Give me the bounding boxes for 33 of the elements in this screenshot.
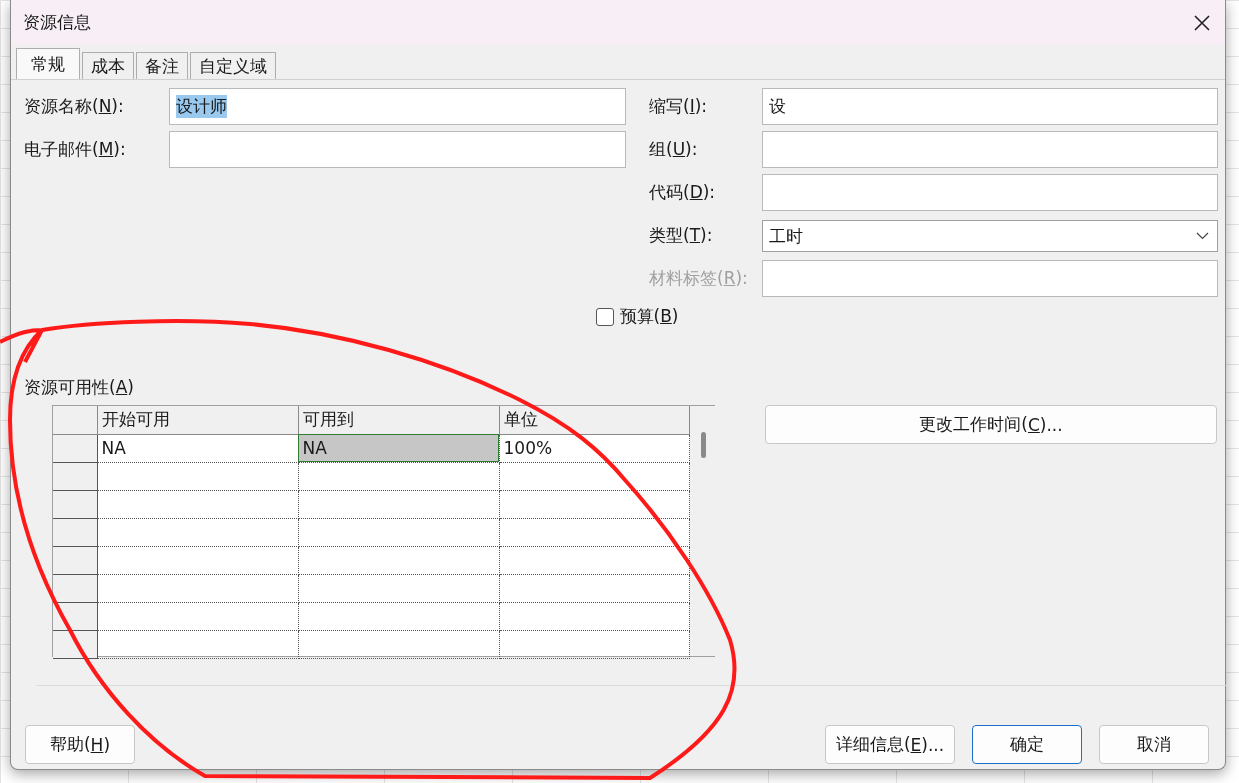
window-title: 资源信息 bbox=[23, 11, 91, 34]
field-label: 组(U): bbox=[649, 138, 699, 161]
dialog-button[interactable]: 取消 bbox=[1099, 725, 1209, 764]
column-header: 单位 bbox=[499, 406, 689, 434]
column-header: 开始可用 bbox=[97, 406, 298, 434]
column-header: 可用到 bbox=[298, 406, 499, 434]
tab[interactable]: 备注 bbox=[136, 52, 188, 79]
field-label: 缩写(I): bbox=[649, 95, 709, 118]
dialog-button[interactable]: 帮助(H) bbox=[25, 725, 135, 764]
field-label: 代码(D): bbox=[649, 181, 717, 204]
checkbox[interactable] bbox=[595, 307, 614, 326]
field-label: 电子邮件(M): bbox=[24, 138, 127, 161]
close-icon[interactable] bbox=[1193, 13, 1211, 32]
table-cell[interactable]: NA bbox=[298, 434, 499, 462]
tab[interactable]: 成本 bbox=[82, 52, 134, 79]
field-label: 类型(T): bbox=[649, 224, 714, 247]
dropdown[interactable]: 工时 bbox=[762, 220, 1218, 252]
field-label: 材料标签(R): bbox=[649, 267, 749, 290]
input-field[interactable] bbox=[762, 131, 1218, 168]
table-cell[interactable]: 100% bbox=[499, 434, 689, 462]
tab[interactable]: 常规 bbox=[16, 48, 80, 79]
dialog-button[interactable]: 确定 bbox=[972, 725, 1082, 764]
input-field[interactable] bbox=[762, 174, 1218, 211]
dialog-button[interactable]: 详细信息(E)... bbox=[825, 725, 955, 764]
tab[interactable]: 自定义域 bbox=[190, 52, 276, 79]
checkbox-label: 预算(B) bbox=[619, 305, 679, 328]
change-working-time-button[interactable]: 更改工作时间(C)... bbox=[765, 405, 1217, 444]
input-field[interactable]: 设 bbox=[762, 88, 1218, 125]
input-field[interactable]: 设计师 bbox=[169, 88, 626, 125]
section-label: 资源可用性(A) bbox=[24, 377, 134, 397]
field-label: 资源名称(N): bbox=[24, 95, 125, 118]
chevron-down-icon bbox=[1196, 232, 1209, 240]
input-field[interactable] bbox=[169, 131, 626, 168]
